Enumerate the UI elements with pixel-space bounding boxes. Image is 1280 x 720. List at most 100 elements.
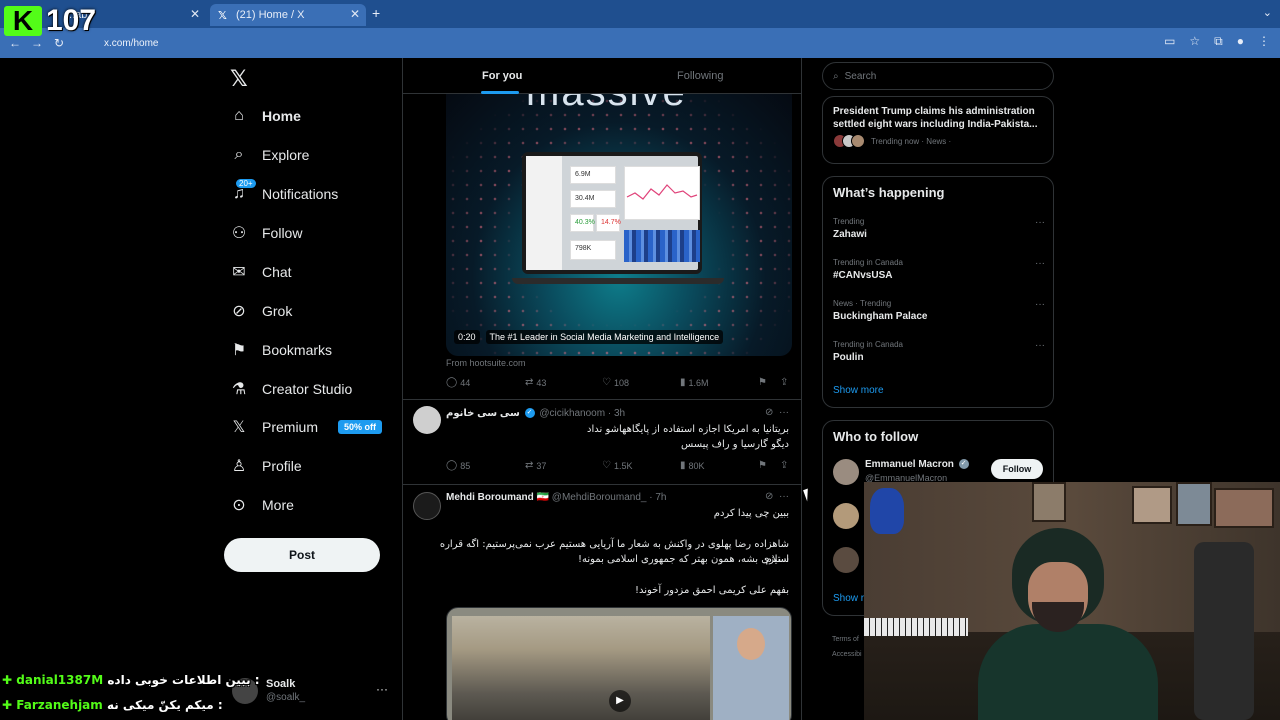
home-timeline: For you Following massive 6.9M 30.4M 40.… <box>402 58 802 720</box>
footer-link[interactable]: Terms of <box>832 632 862 647</box>
follow-suggestion-name[interactable]: Emmanuel Macron ✓ <box>865 459 971 470</box>
tweet-time[interactable]: · 3h <box>608 408 625 419</box>
trend-item[interactable]: Trending in Canada #CANvsUSA ··· <box>833 258 1047 281</box>
more-dots-icon[interactable]: ··· <box>779 407 789 418</box>
tab-for-you[interactable]: For you <box>482 70 522 82</box>
close-icon[interactable]: ✕ <box>350 7 360 21</box>
bookmark-button[interactable]: ⚑ <box>759 377 767 388</box>
avatar[interactable] <box>833 459 859 485</box>
post-button[interactable]: Post <box>224 538 380 572</box>
follow-button[interactable]: Follow <box>991 459 1043 479</box>
ad-actions: ◯ 44 ⇄ 43 ♡ 108 ▮ 1.6M ⚑ ⇪ <box>446 377 792 391</box>
trend-item[interactable]: Trending Zahawi ··· <box>833 217 1047 240</box>
tweet-tools: ⊘ ··· <box>765 491 789 502</box>
avatar[interactable] <box>413 406 441 434</box>
share-button[interactable]: ⇪ <box>780 460 788 471</box>
laptop-illustration: 6.9M 30.4M 40.3% 14.7% 798K <box>522 152 702 274</box>
nav-chat[interactable]: ✉ Chat <box>230 260 292 284</box>
tweet-author-handle[interactable]: @cicikhanoom <box>539 408 605 419</box>
browser-tab-2[interactable]: 𝕏 (21) Home / X ✕ <box>210 4 366 26</box>
notification-badge: 20+ <box>236 179 256 188</box>
viewer-count: 107 <box>46 4 97 37</box>
address-bar[interactable]: x.com/home <box>80 32 1130 54</box>
profile-icon[interactable]: ● <box>1237 34 1244 49</box>
trend-topic: Poulin <box>833 352 864 363</box>
nav-chat-label: Chat <box>262 264 292 280</box>
nav-follow[interactable]: ⚇ Follow <box>230 221 303 245</box>
ad-source[interactable]: From hootsuite.com <box>446 358 526 368</box>
reload-icon[interactable]: ↻ <box>48 36 70 50</box>
news-title: President Trump claims his administratio… <box>833 106 1038 130</box>
nav-bookmarks-label: Bookmarks <box>262 342 333 358</box>
menu-icon[interactable]: ⋮ <box>1258 34 1270 49</box>
promoted-video[interactable]: massive 6.9M 30.4M 40.3% 14.7% 798K 0:20… <box>446 94 792 356</box>
tweet-author-handle[interactable]: @MehdiBoroumand_ <box>552 492 647 503</box>
avatar[interactable] <box>833 547 859 573</box>
panel-title: What’s happening <box>833 185 945 200</box>
avatar[interactable] <box>413 492 441 520</box>
like-button[interactable]: ♡ 1.5K <box>602 460 632 471</box>
views-button[interactable]: ▮ 80K <box>680 460 705 471</box>
nav-profile[interactable]: ♙ Profile <box>230 454 302 478</box>
chevron-down-icon[interactable]: ⌄ <box>1263 6 1272 19</box>
more-dots-icon[interactable]: ··· <box>1035 299 1045 310</box>
nav-notifications[interactable]: ♫ 20+ Notifications <box>230 179 338 206</box>
cast-icon[interactable]: ▭ <box>1164 34 1175 49</box>
nav-premium[interactable]: 𝕏 Premium 50% off <box>230 415 383 439</box>
trend-meta: Trending in Canada <box>833 340 903 349</box>
nav-more[interactable]: ⊙ More <box>230 493 294 517</box>
grok-icon[interactable]: ⊘ <box>765 491 773 502</box>
back-icon[interactable]: ← <box>4 36 26 50</box>
line-chart-card <box>624 166 700 220</box>
tab-following[interactable]: Following <box>677 70 723 82</box>
grok-icon[interactable]: ⊘ <box>765 407 773 418</box>
bookmark-icon: ⚑ <box>759 460 767 471</box>
star-icon[interactable]: ☆ <box>1189 34 1200 49</box>
nav-profile-label: Profile <box>262 458 302 474</box>
show-more-link[interactable]: Show r <box>833 593 864 604</box>
avatar[interactable] <box>833 503 859 529</box>
more-dots-icon[interactable]: ··· <box>1035 340 1045 351</box>
nav-creator-studio[interactable]: ⚗ Creator Studio <box>230 377 352 401</box>
divider <box>403 399 801 400</box>
forward-icon[interactable]: → <box>26 36 48 50</box>
tweet-author-name[interactable]: سی سی خانوم <box>446 408 520 419</box>
stat-card: 40.3% <box>570 214 595 232</box>
views-button[interactable]: ▮ 1.6M <box>680 377 709 388</box>
reply-button[interactable]: ◯ 44 <box>446 377 470 388</box>
trend-topic: Buckingham Palace <box>833 311 928 322</box>
tweet-time[interactable]: · 7h <box>649 492 666 503</box>
browser-tab-2-title: (21) Home / X <box>236 9 305 21</box>
repost-button[interactable]: ⇄ 37 <box>525 460 546 471</box>
tweet-tools: ⊘ ··· <box>765 407 789 418</box>
nav-bookmarks[interactable]: ⚑ Bookmarks <box>230 338 332 362</box>
nav-explore[interactable]: ⌕ Explore <box>230 143 310 167</box>
repost-button[interactable]: ⇄ 43 <box>525 377 546 388</box>
trend-item[interactable]: Trending in Canada Poulin ··· <box>833 340 1047 363</box>
nav-grok[interactable]: ⊘ Grok <box>230 299 292 323</box>
more-dots-icon[interactable]: ··· <box>779 491 789 502</box>
trend-item[interactable]: News · Trending Buckingham Palace ··· <box>833 299 1047 322</box>
video-time: 0:20 <box>454 330 480 344</box>
bookmark-button[interactable]: ⚑ <box>759 460 767 471</box>
more-dots-icon[interactable]: ··· <box>1035 217 1045 228</box>
more-dots-icon[interactable]: ··· <box>1035 258 1045 269</box>
close-icon[interactable]: ✕ <box>190 7 200 21</box>
news-card[interactable]: President Trump claims his administratio… <box>822 96 1054 164</box>
show-more-link[interactable]: Show more <box>833 385 884 396</box>
extensions-icon[interactable]: ⧉ <box>1214 34 1223 49</box>
tweet-author-name[interactable]: Mehdi Boroumand 🇮🇷 <box>446 492 549 503</box>
tweet-video[interactable]: ▶ <box>446 607 792 720</box>
search-input[interactable]: ⌕ Search <box>822 62 1054 90</box>
x-logo-icon[interactable]: 𝕏 <box>230 66 248 92</box>
divider <box>403 484 801 485</box>
verified-badge-icon: ✓ <box>524 408 535 419</box>
reply-button[interactable]: ◯ 85 <box>446 460 470 471</box>
nav-home[interactable]: ⌂ Home <box>230 104 301 128</box>
share-button[interactable]: ⇪ <box>780 377 788 388</box>
footer-link[interactable]: Accessibi <box>832 647 862 662</box>
new-tab-icon[interactable]: + <box>372 5 380 21</box>
more-dots-icon[interactable]: ··· <box>376 682 388 696</box>
play-icon[interactable]: ▶ <box>609 690 631 712</box>
like-button[interactable]: ♡ 108 <box>602 377 629 388</box>
